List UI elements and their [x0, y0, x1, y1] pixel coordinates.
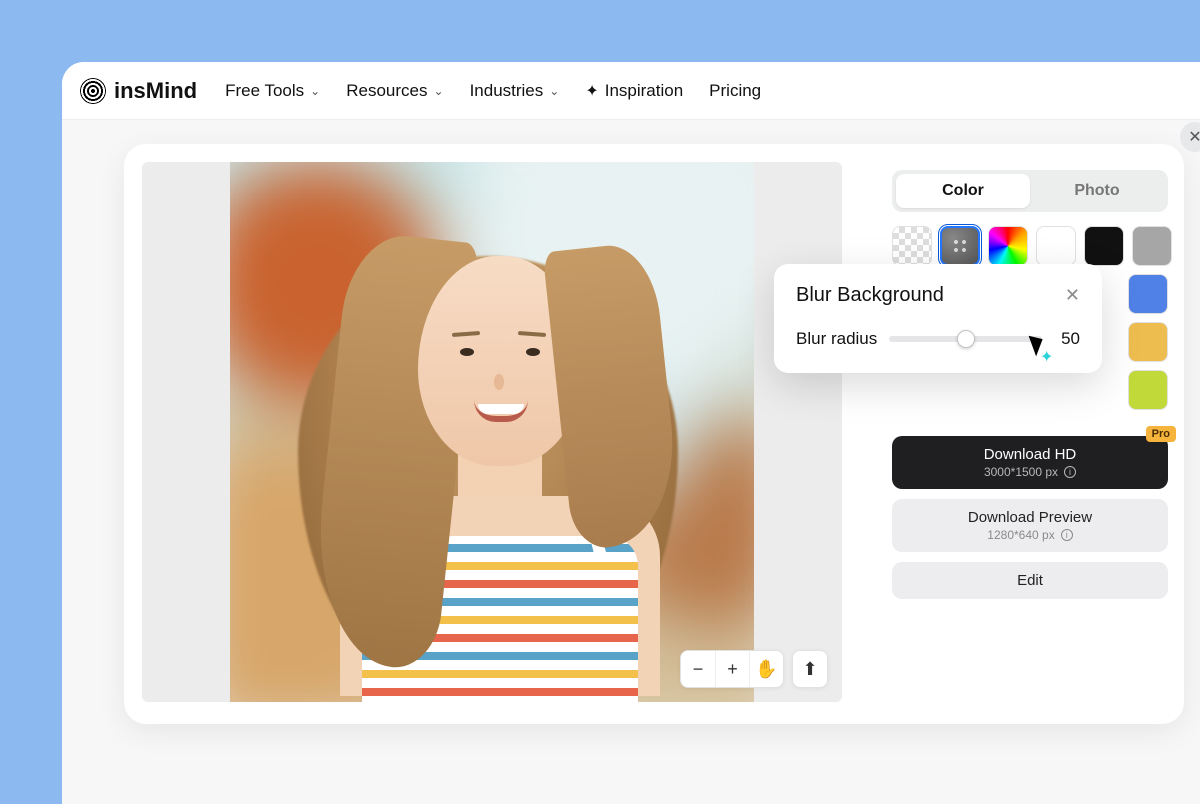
nav-inspiration[interactable]: ✦ Inspiration [585, 81, 683, 101]
download-hd-label: Download HD [892, 446, 1168, 463]
zoom-pan-group: − + ✋ [680, 650, 784, 688]
upload-button[interactable]: ⬆ [793, 651, 827, 687]
brand[interactable]: insMind [80, 78, 197, 104]
swatch-transparent[interactable] [892, 226, 932, 266]
app-shell: insMind Free Tools ⌄ Resources ⌄ Industr… [62, 62, 1200, 804]
nav-industries-label: Industries [470, 81, 544, 101]
brand-logo-icon [80, 78, 106, 104]
swatch-grey[interactable] [1132, 226, 1172, 266]
swatch-color-picker[interactable] [988, 226, 1028, 266]
tab-color-label: Color [942, 182, 984, 199]
pro-badge: Pro [1146, 426, 1176, 442]
nav-pricing[interactable]: Pricing [709, 81, 761, 101]
pan-button[interactable]: ✋ [749, 651, 783, 687]
download-hd-button[interactable]: Pro Download HD 3000*1500 px i [892, 436, 1168, 489]
blur-radius-label: Blur radius [796, 329, 877, 349]
zoom-out-button[interactable]: − [681, 651, 715, 687]
topbar: insMind Free Tools ⌄ Resources ⌄ Industr… [62, 62, 1200, 120]
close-icon: ✕ [1065, 285, 1080, 305]
close-button[interactable]: ✕ [1180, 122, 1200, 152]
nav-resources[interactable]: Resources ⌄ [346, 81, 443, 101]
tab-photo[interactable]: Photo [1030, 174, 1164, 208]
download-hd-sub: 3000*1500 px [984, 465, 1058, 479]
canvas-subject [268, 196, 718, 702]
download-preview-sub: 1280*640 px [987, 528, 1054, 542]
edit-label: Edit [1017, 572, 1043, 589]
info-icon: i [1064, 466, 1076, 478]
nav-resources-label: Resources [346, 81, 427, 101]
nav-industries[interactable]: Industries ⌄ [470, 81, 560, 101]
nav-free-tools[interactable]: Free Tools ⌄ [225, 81, 320, 101]
swatch-blur-selected[interactable] [940, 226, 980, 266]
upload-icon: ⬆ [802, 659, 817, 680]
swatch-white[interactable] [1036, 226, 1076, 266]
sparkle-icon: ✦ [585, 81, 598, 101]
nav-free-tools-label: Free Tools [225, 81, 304, 101]
canvas-area: − + ✋ ⬆ [142, 162, 842, 702]
nav-inspiration-label: Inspiration [605, 81, 683, 101]
brand-name: insMind [114, 78, 197, 104]
minus-icon: − [693, 659, 704, 680]
cursor-decoration: ✦ [1032, 333, 1062, 363]
swatch-gold[interactable] [1128, 322, 1168, 362]
background-mode-segment: Color Photo [892, 170, 1168, 212]
swatch-lime[interactable] [1128, 370, 1168, 410]
tab-color[interactable]: Color [896, 174, 1030, 208]
right-panel: Color Photo [892, 170, 1168, 599]
popover-title: Blur Background [796, 284, 944, 307]
editor-card: ✕ [124, 144, 1184, 724]
sparkle-icon: ✦ [1040, 347, 1053, 367]
swatch-black[interactable] [1084, 226, 1124, 266]
download-preview-button[interactable]: Download Preview 1280*640 px i [892, 499, 1168, 552]
blur-popover: Blur Background ✕ Blur radius 50 ✦ [774, 264, 1102, 373]
popover-close-button[interactable]: ✕ [1065, 285, 1080, 306]
action-buttons: Pro Download HD 3000*1500 px i Download … [892, 436, 1168, 599]
swatch-blue[interactable] [1128, 274, 1168, 314]
chevron-down-icon: ⌄ [549, 84, 559, 98]
zoom-in-button[interactable]: + [715, 651, 749, 687]
chevron-down-icon: ⌄ [310, 84, 320, 98]
blur-radius-slider[interactable] [889, 336, 1042, 342]
upload-group: ⬆ [792, 650, 828, 688]
chevron-down-icon: ⌄ [434, 84, 444, 98]
tab-photo-label: Photo [1074, 182, 1119, 199]
canvas-image[interactable] [230, 162, 754, 702]
plus-icon: + [727, 659, 738, 680]
info-icon: i [1061, 529, 1073, 541]
hand-icon: ✋ [755, 659, 777, 680]
edit-button[interactable]: Edit [892, 562, 1168, 599]
slider-thumb[interactable] [957, 330, 975, 348]
canvas-toolbar: − + ✋ ⬆ [680, 650, 828, 688]
download-preview-label: Download Preview [892, 509, 1168, 526]
nav-pricing-label: Pricing [709, 81, 761, 101]
main-nav: Free Tools ⌄ Resources ⌄ Industries ⌄ ✦ … [225, 81, 761, 101]
close-icon: ✕ [1188, 127, 1200, 147]
